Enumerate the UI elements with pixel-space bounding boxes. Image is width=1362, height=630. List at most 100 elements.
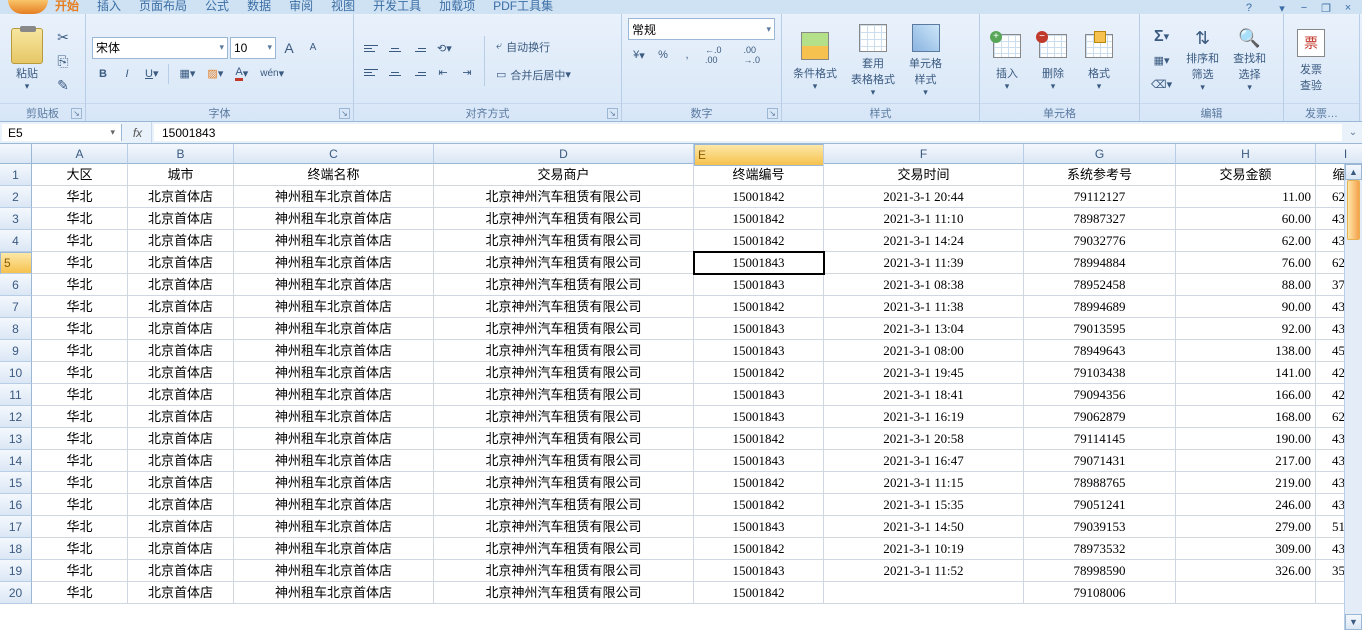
cell[interactable]: 2021-3-1 11:10 <box>824 208 1024 230</box>
cell[interactable]: 79108006 <box>1024 582 1176 604</box>
align-center-button[interactable] <box>384 62 406 84</box>
cell[interactable]: 78988765 <box>1024 472 1176 494</box>
cell[interactable]: 2021-3-1 15:35 <box>824 494 1024 516</box>
column-header-G[interactable]: G <box>1024 144 1176 164</box>
cell[interactable]: 79032776 <box>1024 230 1176 252</box>
cell[interactable]: 北京神州汽车租赁有限公司 <box>434 516 694 538</box>
cell[interactable]: 166.00 <box>1176 384 1316 406</box>
cell[interactable]: 华北 <box>32 318 128 340</box>
cell[interactable]: 华北 <box>32 516 128 538</box>
cell[interactable]: 北京神州汽车租赁有限公司 <box>434 538 694 560</box>
row-header-20[interactable]: 20 <box>0 582 32 604</box>
font-family-select[interactable]: 宋体▾ <box>92 37 228 59</box>
ribbon-minimize[interactable]: ▾ <box>1274 2 1290 14</box>
cell[interactable]: 78987327 <box>1024 208 1176 230</box>
cell[interactable]: 华北 <box>32 252 128 274</box>
cut-button[interactable]: ✂ <box>52 26 74 48</box>
cell[interactable]: 78949643 <box>1024 340 1176 362</box>
cell[interactable]: 北京神州汽车租赁有限公司 <box>434 252 694 274</box>
cell[interactable]: 神州租车北京首体店 <box>234 582 434 604</box>
row-header-11[interactable]: 11 <box>0 384 32 406</box>
cell[interactable]: 15001842 <box>694 296 824 318</box>
sort-filter-button[interactable]: ⇅排序和 筛选▾ <box>1181 26 1224 96</box>
cell[interactable]: 622650 <box>1316 406 1344 428</box>
name-box[interactable]: E5 ▾ <box>2 124 122 141</box>
cell[interactable]: 15001843 <box>694 252 824 274</box>
cell[interactable]: 大区 <box>32 164 128 186</box>
cell[interactable]: 190.00 <box>1176 428 1316 450</box>
font-dialog-launcher[interactable]: ↘ <box>339 108 350 119</box>
select-all-corner[interactable] <box>0 144 32 164</box>
cell[interactable]: 北京神州汽车租赁有限公司 <box>434 406 694 428</box>
ribbon-tab-3[interactable]: 公式 <box>205 0 229 14</box>
font-size-select[interactable]: 10▾ <box>230 37 276 59</box>
cell[interactable]: 439226 <box>1316 208 1344 230</box>
cell[interactable]: 北京神州汽车租赁有限公司 <box>434 186 694 208</box>
cell[interactable]: 华北 <box>32 582 128 604</box>
cell[interactable]: 62.00 <box>1176 230 1316 252</box>
cell[interactable]: 219.00 <box>1176 472 1316 494</box>
vertical-scrollbar[interactable]: ▲ ▼ <box>1344 164 1362 630</box>
help-button[interactable]: ? <box>1246 2 1252 14</box>
align-dialog-launcher[interactable]: ↘ <box>607 108 618 119</box>
cell[interactable]: 79103438 <box>1024 362 1176 384</box>
invoice-check-button[interactable]: 票发票 查验 <box>1290 26 1332 96</box>
cell[interactable]: 15001843 <box>694 560 824 582</box>
table-format-button[interactable]: 套用 表格格式▾ <box>846 26 900 96</box>
cell[interactable]: 2021-3-1 20:44 <box>824 186 1024 208</box>
cell[interactable]: 370246 <box>1316 274 1344 296</box>
cell[interactable]: 168.00 <box>1176 406 1316 428</box>
cell[interactable]: 交易时间 <box>824 164 1024 186</box>
cell[interactable]: 华北 <box>32 472 128 494</box>
ribbon-tab-4[interactable]: 数据 <box>247 0 271 14</box>
cell[interactable]: 15001842 <box>694 362 824 384</box>
row-header-3[interactable]: 3 <box>0 208 32 230</box>
ribbon-tab-8[interactable]: 加载项 <box>439 0 475 14</box>
window-restore[interactable]: ❐ <box>1318 2 1334 14</box>
cell[interactable]: 15001842 <box>694 538 824 560</box>
cell[interactable]: 华北 <box>32 560 128 582</box>
bold-button[interactable]: B <box>92 63 114 85</box>
cell[interactable]: 458060 <box>1316 340 1344 362</box>
cell[interactable]: 北京首体店 <box>128 560 234 582</box>
fill-color-button[interactable]: ▨▾ <box>202 63 228 85</box>
cell[interactable]: 城市 <box>128 164 234 186</box>
cell[interactable]: 北京神州汽车租赁有限公司 <box>434 582 694 604</box>
cell[interactable]: 439226 <box>1316 230 1344 252</box>
cell[interactable]: 79071431 <box>1024 450 1176 472</box>
cell[interactable]: 2021-3-1 20:58 <box>824 428 1024 450</box>
row-header-16[interactable]: 16 <box>0 494 32 516</box>
cell[interactable]: 神州租车北京首体店 <box>234 252 434 274</box>
cell[interactable]: 北京首体店 <box>128 362 234 384</box>
cell[interactable]: 246.00 <box>1176 494 1316 516</box>
cell[interactable]: 326.00 <box>1176 560 1316 582</box>
cell[interactable]: 北京神州汽车租赁有限公司 <box>434 384 694 406</box>
row-header-17[interactable]: 17 <box>0 516 32 538</box>
cell[interactable]: 华北 <box>32 494 128 516</box>
cell[interactable]: 217.00 <box>1176 450 1316 472</box>
delete-cells-button[interactable]: 删除▾ <box>1032 26 1074 96</box>
cell[interactable]: 2021-3-1 16:47 <box>824 450 1024 472</box>
cell[interactable]: 神州租车北京首体店 <box>234 560 434 582</box>
cell[interactable]: 15001842 <box>694 208 824 230</box>
cell[interactable]: 15001843 <box>694 340 824 362</box>
row-header-6[interactable]: 6 <box>0 274 32 296</box>
autosum-button[interactable]: Σ▾ <box>1146 26 1177 48</box>
copy-button[interactable]: ⎘ <box>52 50 74 72</box>
align-top-button[interactable] <box>360 38 382 60</box>
cell[interactable]: 439226 <box>1316 428 1344 450</box>
cell[interactable]: 15001842 <box>694 494 824 516</box>
cell[interactable]: 华北 <box>32 186 128 208</box>
column-header-H[interactable]: H <box>1176 144 1316 164</box>
row-header-7[interactable]: 7 <box>0 296 32 318</box>
cell[interactable] <box>824 582 1024 604</box>
cell[interactable]: 神州租车北京首体店 <box>234 428 434 450</box>
cell[interactable]: 系统参考号 <box>1024 164 1176 186</box>
cell[interactable]: 15001842 <box>694 472 824 494</box>
font-color-button[interactable]: A▾ <box>230 63 253 85</box>
format-painter-button[interactable]: ✎ <box>52 74 74 96</box>
row-header-15[interactable]: 15 <box>0 472 32 494</box>
conditional-format-button[interactable]: 条件格式▾ <box>788 26 842 96</box>
cell[interactable]: 神州租车北京首体店 <box>234 472 434 494</box>
increase-indent-button[interactable]: ⇥ <box>456 62 478 84</box>
